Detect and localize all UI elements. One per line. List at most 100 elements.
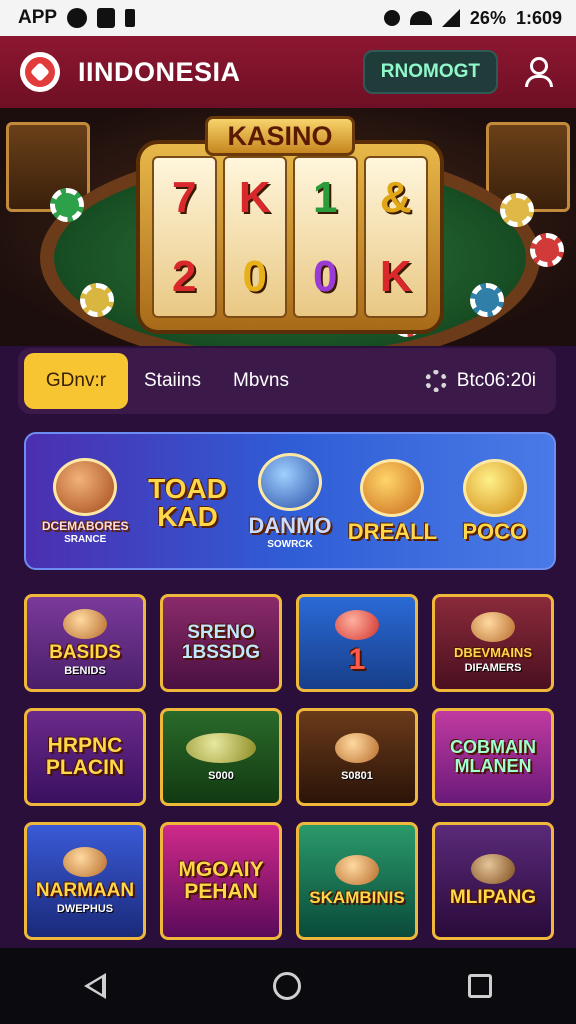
reel-symbol: 0 [242, 251, 267, 301]
notification-small-icon [125, 9, 136, 27]
game-tile[interactable]: S000 [160, 708, 282, 806]
reel-symbol: K [379, 251, 412, 301]
tab-more[interactable]: Mbvns [217, 353, 305, 409]
game-title: SKAMBINIS [309, 888, 405, 908]
horse-emblem-icon [360, 459, 425, 517]
game-art-icon [63, 846, 107, 877]
promo-sub: SOWRCK [267, 538, 313, 550]
notification-icon [67, 8, 88, 28]
promo-label: TOAD KAD [148, 473, 227, 532]
system-nav-bar [0, 948, 576, 1024]
brand-logo-icon[interactable] [20, 52, 60, 92]
game-art-icon [471, 854, 515, 885]
hero-banner[interactable]: KASINO 7 2 K 0 1 0 & K [0, 108, 576, 346]
game-grid: BASIDS BENIDS SRENO 1BSSDG 1 DBEVMAINS D… [24, 594, 556, 940]
game-tile[interactable]: MGOAIY PEHAN [160, 822, 282, 940]
wifi-icon [409, 11, 432, 25]
app-header: IINDONESIA RNOMOGT [0, 36, 576, 108]
clock: 1:609 [515, 7, 562, 28]
user-profile-icon[interactable] [522, 55, 556, 89]
game-art-icon [63, 608, 107, 639]
tab-slots[interactable]: Staiins [128, 353, 217, 409]
game-subtitle: DWEPHUS [56, 903, 114, 916]
game-art-icon [335, 610, 379, 641]
slot-reel: 1 0 [293, 156, 358, 318]
game-title: NARMAAN [35, 879, 135, 901]
game-title: BASIDS [49, 641, 121, 663]
casino-chip-icon [470, 283, 504, 317]
game-title: COBMAIN MLANEN [450, 737, 536, 776]
slot-reel: K 0 [222, 156, 287, 318]
game-art-icon [471, 611, 515, 642]
promo-label: DREALL [347, 519, 437, 544]
promo-banner[interactable]: DCEMABORES SRANCE TOAD KAD DANMO SOWRCK … [24, 432, 556, 570]
category-tabs: GDnv:r Staiins Mbvns Btc06:20i [18, 348, 556, 414]
reel-symbol: 2 [172, 251, 197, 301]
reel-symbol: 7 [172, 172, 197, 222]
promo-item[interactable]: TOAD KAD [138, 446, 238, 556]
casino-chip-icon [530, 233, 564, 267]
promo-label: DANMO [248, 512, 332, 538]
slot-reels: 7 2 K 0 1 0 & K [152, 156, 428, 318]
promo-item[interactable]: DREALL [342, 446, 442, 556]
reel-symbol: K [238, 172, 271, 222]
app-notification-icon [97, 8, 116, 28]
promo-label: DCEMABORES [41, 518, 129, 533]
casino-chip-icon [50, 188, 84, 222]
fish-emblem-icon [257, 452, 322, 511]
status-bar: APP 26% 1:609 [0, 0, 576, 36]
gear-icon [424, 370, 447, 392]
game-art-icon [335, 855, 379, 886]
promo-label: POCO [462, 519, 528, 544]
promo-item[interactable]: POCO [445, 446, 545, 556]
header-action-button[interactable]: RNOMOGT [362, 50, 498, 94]
back-icon[interactable] [83, 973, 106, 999]
casino-chip-icon [500, 193, 534, 227]
balance-value: Btc06:20i [456, 370, 536, 391]
game-tile[interactable]: SRENO 1BSSDG [160, 594, 282, 692]
slot-reel: & K [363, 156, 428, 318]
game-tile[interactable]: DBEVMAINS DIFAMERS [432, 594, 554, 692]
tab-home[interactable]: GDnv:r [24, 353, 128, 409]
game-tile[interactable]: 1 [296, 594, 418, 692]
game-subtitle: BENIDS [64, 665, 106, 678]
game-title: 1 [348, 643, 366, 677]
game-subtitle: S000 [208, 769, 234, 782]
game-tile[interactable]: MLIPANG [432, 822, 554, 940]
signal-icon [441, 9, 460, 27]
game-subtitle: S0801 [341, 769, 373, 782]
cowboy-character-icon [53, 457, 118, 516]
app-label: APP [18, 7, 58, 28]
home-icon[interactable] [272, 972, 301, 1000]
brand-name: IINDONESIA [78, 56, 241, 87]
casino-chip-icon [80, 283, 114, 317]
recent-apps-icon[interactable] [468, 974, 493, 998]
reel-symbol: 0 [313, 251, 338, 301]
coin-emblem-icon [462, 459, 527, 517]
slot-machine-image: 7 2 K 0 1 0 & K [140, 144, 440, 330]
slot-reel: 7 2 [152, 156, 217, 318]
game-tile[interactable]: S0801 [296, 708, 418, 806]
game-tile[interactable]: HRPNC PLACIN [24, 708, 146, 806]
promo-item[interactable]: DANMO SOWRCK [240, 446, 340, 556]
game-tile[interactable]: BASIDS BENIDS [24, 594, 146, 692]
game-tile[interactable]: SKAMBINIS [296, 822, 418, 940]
hero-title: KASINO [205, 116, 355, 156]
game-title: MLIPANG [449, 887, 537, 909]
battery-level: 26% [469, 7, 506, 28]
game-art-icon [335, 732, 379, 763]
balance-display[interactable]: Btc06:20i [424, 370, 550, 392]
game-tile[interactable]: COBMAIN MLANEN [432, 708, 554, 806]
game-art-icon [186, 732, 256, 763]
promo-sub: SRANCE [64, 533, 107, 545]
promo-item[interactable]: DCEMABORES SRANCE [35, 446, 135, 556]
reel-symbol: 1 [313, 172, 338, 222]
game-title: DBEVMAINS [453, 644, 532, 660]
game-subtitle: DIFAMERS [464, 662, 522, 675]
mute-icon [383, 10, 400, 26]
game-title: HRPNC PLACIN [45, 733, 125, 779]
game-title: MGOAIY PEHAN [178, 857, 264, 903]
game-tile[interactable]: NARMAAN DWEPHUS [24, 822, 146, 940]
game-title: SRENO 1BSSDG [181, 622, 261, 663]
reel-symbol: & [379, 172, 412, 222]
